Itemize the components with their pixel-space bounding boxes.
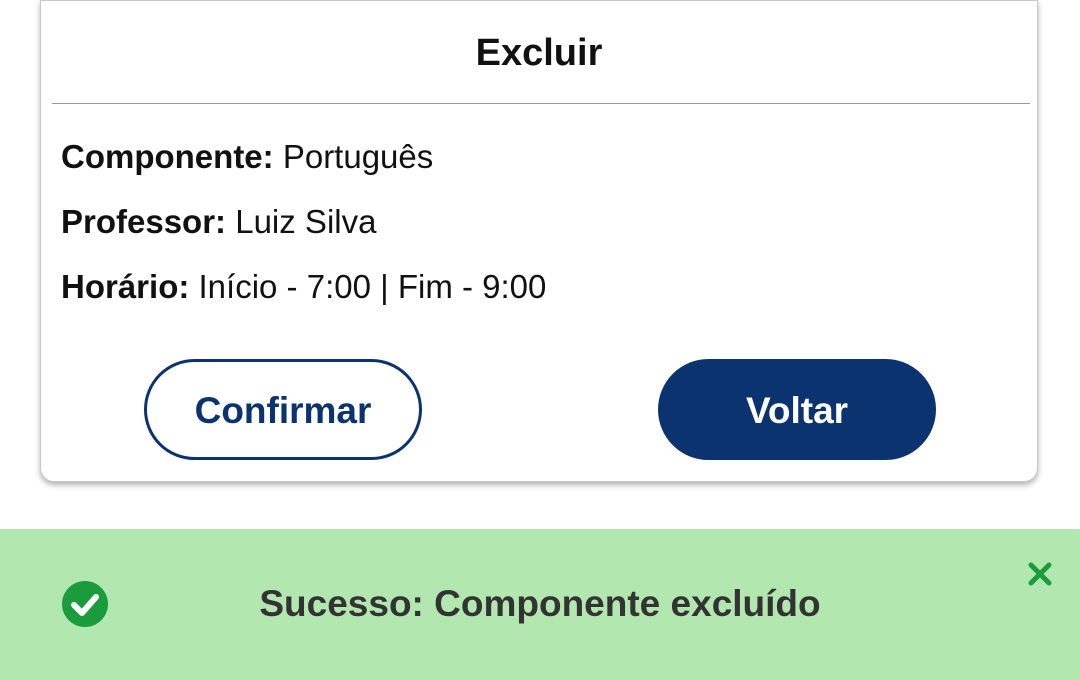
success-toast: Sucesso: Componente excluído (0, 529, 1080, 680)
toast-message: Sucesso: Componente excluído (259, 583, 821, 624)
dialog-title: Excluir (475, 32, 603, 74)
title-divider (52, 103, 1030, 104)
schedule-field: Horário: Início - 7:00 | Fim - 9:00 (61, 267, 546, 307)
schedule-value: Início - 7:00 | Fim - 9:00 (189, 268, 547, 305)
component-value: Português (273, 138, 434, 175)
confirm-button[interactable]: Confirmar (144, 359, 422, 460)
schedule-label: Horário: (61, 268, 190, 305)
close-icon[interactable] (1027, 561, 1053, 587)
professor-value: Luiz Silva (226, 203, 377, 240)
professor-field: Professor: Luiz Silva (61, 202, 376, 242)
component-field: Componente: Português (61, 137, 433, 177)
delete-dialog: Excluir Componente: Português Professor:… (40, 0, 1038, 482)
component-label: Componente: (61, 138, 274, 175)
back-button[interactable]: Voltar (658, 359, 936, 460)
professor-label: Professor: (61, 203, 227, 240)
